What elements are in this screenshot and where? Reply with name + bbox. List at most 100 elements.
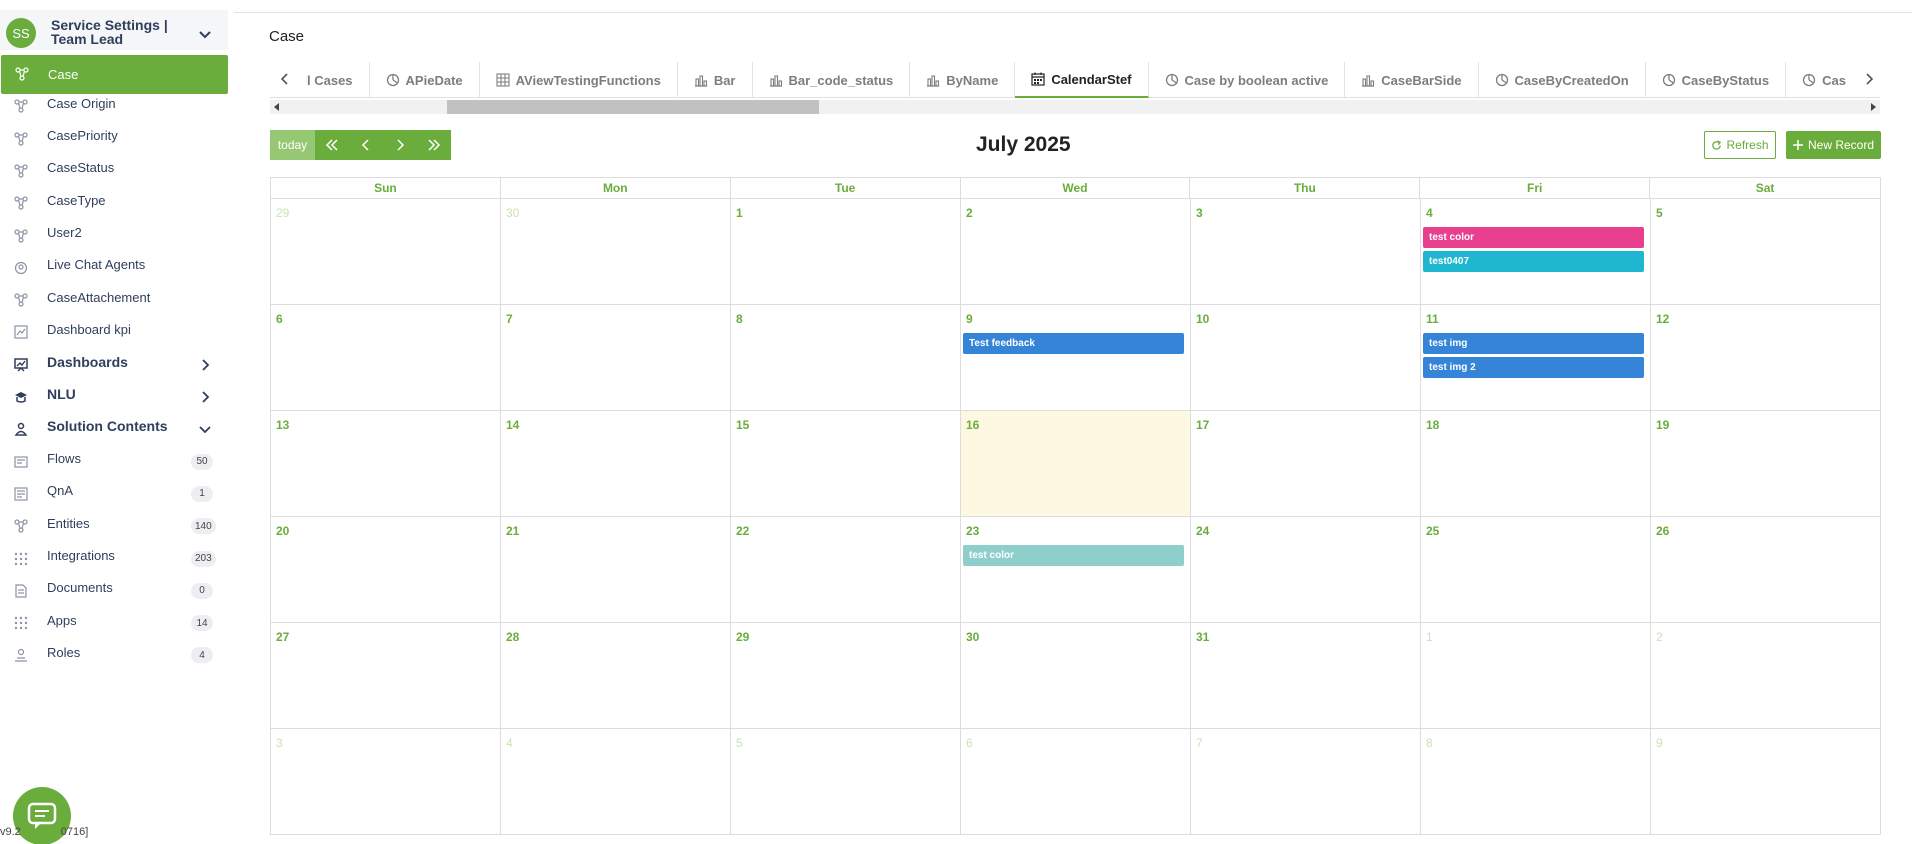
sidebar-item-caseattachement[interactable]: CaseAttachement [0,281,228,313]
day-number[interactable]: 16 [966,418,979,432]
tab-bar[interactable]: Bar [678,62,753,98]
day-number[interactable]: 24 [1196,524,1209,538]
chevron-down-icon[interactable] [198,30,212,40]
day-number[interactable]: 23 [966,524,979,538]
day-cell[interactable]: 25 [1421,517,1651,623]
day-number[interactable]: 5 [736,736,743,750]
day-number[interactable]: 1 [1426,630,1433,644]
prev-year-button[interactable] [315,130,349,160]
day-number[interactable]: 25 [1426,524,1439,538]
day-number[interactable]: 30 [506,206,519,220]
sidebar-item-roles[interactable]: Roles 4 [0,636,228,668]
day-number[interactable]: 2 [966,206,973,220]
tabs-scrollbar[interactable] [270,100,1880,114]
day-cell[interactable]: 31 [1191,623,1421,729]
tab-apiedate[interactable]: APieDate [370,62,480,98]
day-number[interactable]: 2 [1656,630,1663,644]
day-number[interactable]: 20 [276,524,289,538]
scrollbar-thumb[interactable] [447,100,819,114]
sidebar-section-solution-contents[interactable]: Solution Contents [0,410,228,442]
sidebar-item-dashboard-kpi[interactable]: Dashboard kpi [0,313,228,345]
day-cell[interactable]: 7 [1191,729,1421,835]
sidebar-item-casestatus[interactable]: CaseStatus [0,152,228,184]
day-cell[interactable]: 3 [1191,199,1421,305]
day-cell[interactable]: 2 [1651,623,1881,729]
day-cell[interactable]: 13 [271,411,501,517]
chevron-right-icon[interactable] [1862,72,1876,86]
day-cell[interactable]: 6 [961,729,1191,835]
workspace-header[interactable]: SS Service Settings | Team Lead [0,10,228,50]
sidebar-item-qna[interactable]: QnA 1 [0,475,228,507]
day-cell[interactable]: 29 [271,199,501,305]
tab-byname[interactable]: ByName [910,62,1016,98]
day-cell[interactable]: 11 test img test img 2 [1421,305,1651,411]
day-cell[interactable]: 19 [1651,411,1881,517]
day-number[interactable]: 5 [1656,206,1663,220]
day-number[interactable]: 7 [1196,736,1203,750]
calendar-event[interactable]: test img [1423,333,1644,354]
day-cell[interactable]: 8 [1421,729,1651,835]
sidebar-item-documents[interactable]: Documents 0 [0,572,228,604]
tab-all-cases[interactable]: All Cases [306,62,370,98]
sidebar-item-flows[interactable]: Flows 50 [0,443,228,475]
day-cell[interactable]: 14 [501,411,731,517]
day-number[interactable]: 14 [506,418,519,432]
new-record-button[interactable]: New Record [1786,131,1881,159]
day-number[interactable]: 21 [506,524,519,538]
chevron-down-icon[interactable] [199,423,211,435]
day-number[interactable]: 12 [1656,312,1669,326]
day-cell[interactable]: 8 [731,305,961,411]
day-cell[interactable]: 23 test color [961,517,1191,623]
day-number[interactable]: 9 [966,312,973,326]
day-number[interactable]: 6 [966,736,973,750]
tab-casebystatus[interactable]: CaseByStatus [1646,62,1787,98]
day-cell[interactable]: 12 [1651,305,1881,411]
sidebar-item-apps[interactable]: Apps 14 [0,604,228,636]
scroll-left-icon[interactable] [273,103,281,111]
day-cell[interactable]: 26 [1651,517,1881,623]
day-cell[interactable]: 5 [731,729,961,835]
day-cell[interactable]: 6 [271,305,501,411]
day-number[interactable]: 17 [1196,418,1209,432]
day-cell[interactable]: 2 [961,199,1191,305]
day-number[interactable]: 8 [736,312,743,326]
day-cell[interactable]: 21 [501,517,731,623]
sidebar-item-casetype[interactable]: CaseType [0,184,228,216]
day-number[interactable]: 31 [1196,630,1209,644]
chevron-right-icon[interactable] [199,359,211,371]
day-cell[interactable]: 9 [1651,729,1881,835]
day-cell[interactable]: 7 [501,305,731,411]
day-number[interactable]: 11 [1426,312,1439,326]
day-cell[interactable]: 27 [271,623,501,729]
tab-casebarside[interactable]: CaseBarSide [1345,62,1479,98]
calendar-event[interactable]: test img 2 [1423,357,1644,378]
day-cell[interactable]: 1 [731,199,961,305]
day-cell[interactable]: 3 [271,729,501,835]
tab-case-by-boolean-active[interactable]: Case by boolean active [1149,62,1346,98]
day-cell[interactable]: 15 [731,411,961,517]
day-number[interactable]: 9 [1656,736,1663,750]
day-cell[interactable]: 1 [1421,623,1651,729]
tab-casebycreatedon[interactable]: CaseByCreatedOn [1479,62,1646,98]
day-number[interactable]: 10 [1196,312,1209,326]
day-cell[interactable]: 17 [1191,411,1421,517]
sidebar-item-entities[interactable]: Entities 140 [0,507,228,539]
day-number[interactable]: 7 [506,312,513,326]
today-button[interactable]: today [270,130,315,160]
day-number[interactable]: 3 [1196,206,1203,220]
calendar-event[interactable]: Test feedback [963,333,1184,354]
day-number[interactable]: 8 [1426,736,1433,750]
day-cell[interactable]: 18 [1421,411,1651,517]
day-number[interactable]: 30 [966,630,979,644]
chevron-right-icon[interactable] [199,391,211,403]
day-cell[interactable]: 30 [961,623,1191,729]
day-cell[interactable]: 5 [1651,199,1881,305]
day-cell[interactable]: 10 [1191,305,1421,411]
day-cell[interactable]: 20 [271,517,501,623]
day-cell[interactable]: 4 test color test0407 [1421,199,1651,305]
scroll-right-icon[interactable] [1869,103,1877,111]
day-number[interactable]: 15 [736,418,749,432]
day-number[interactable]: 3 [276,736,283,750]
tab-caseby[interactable]: CaseBy [1786,62,1846,98]
day-number[interactable]: 19 [1656,418,1669,432]
